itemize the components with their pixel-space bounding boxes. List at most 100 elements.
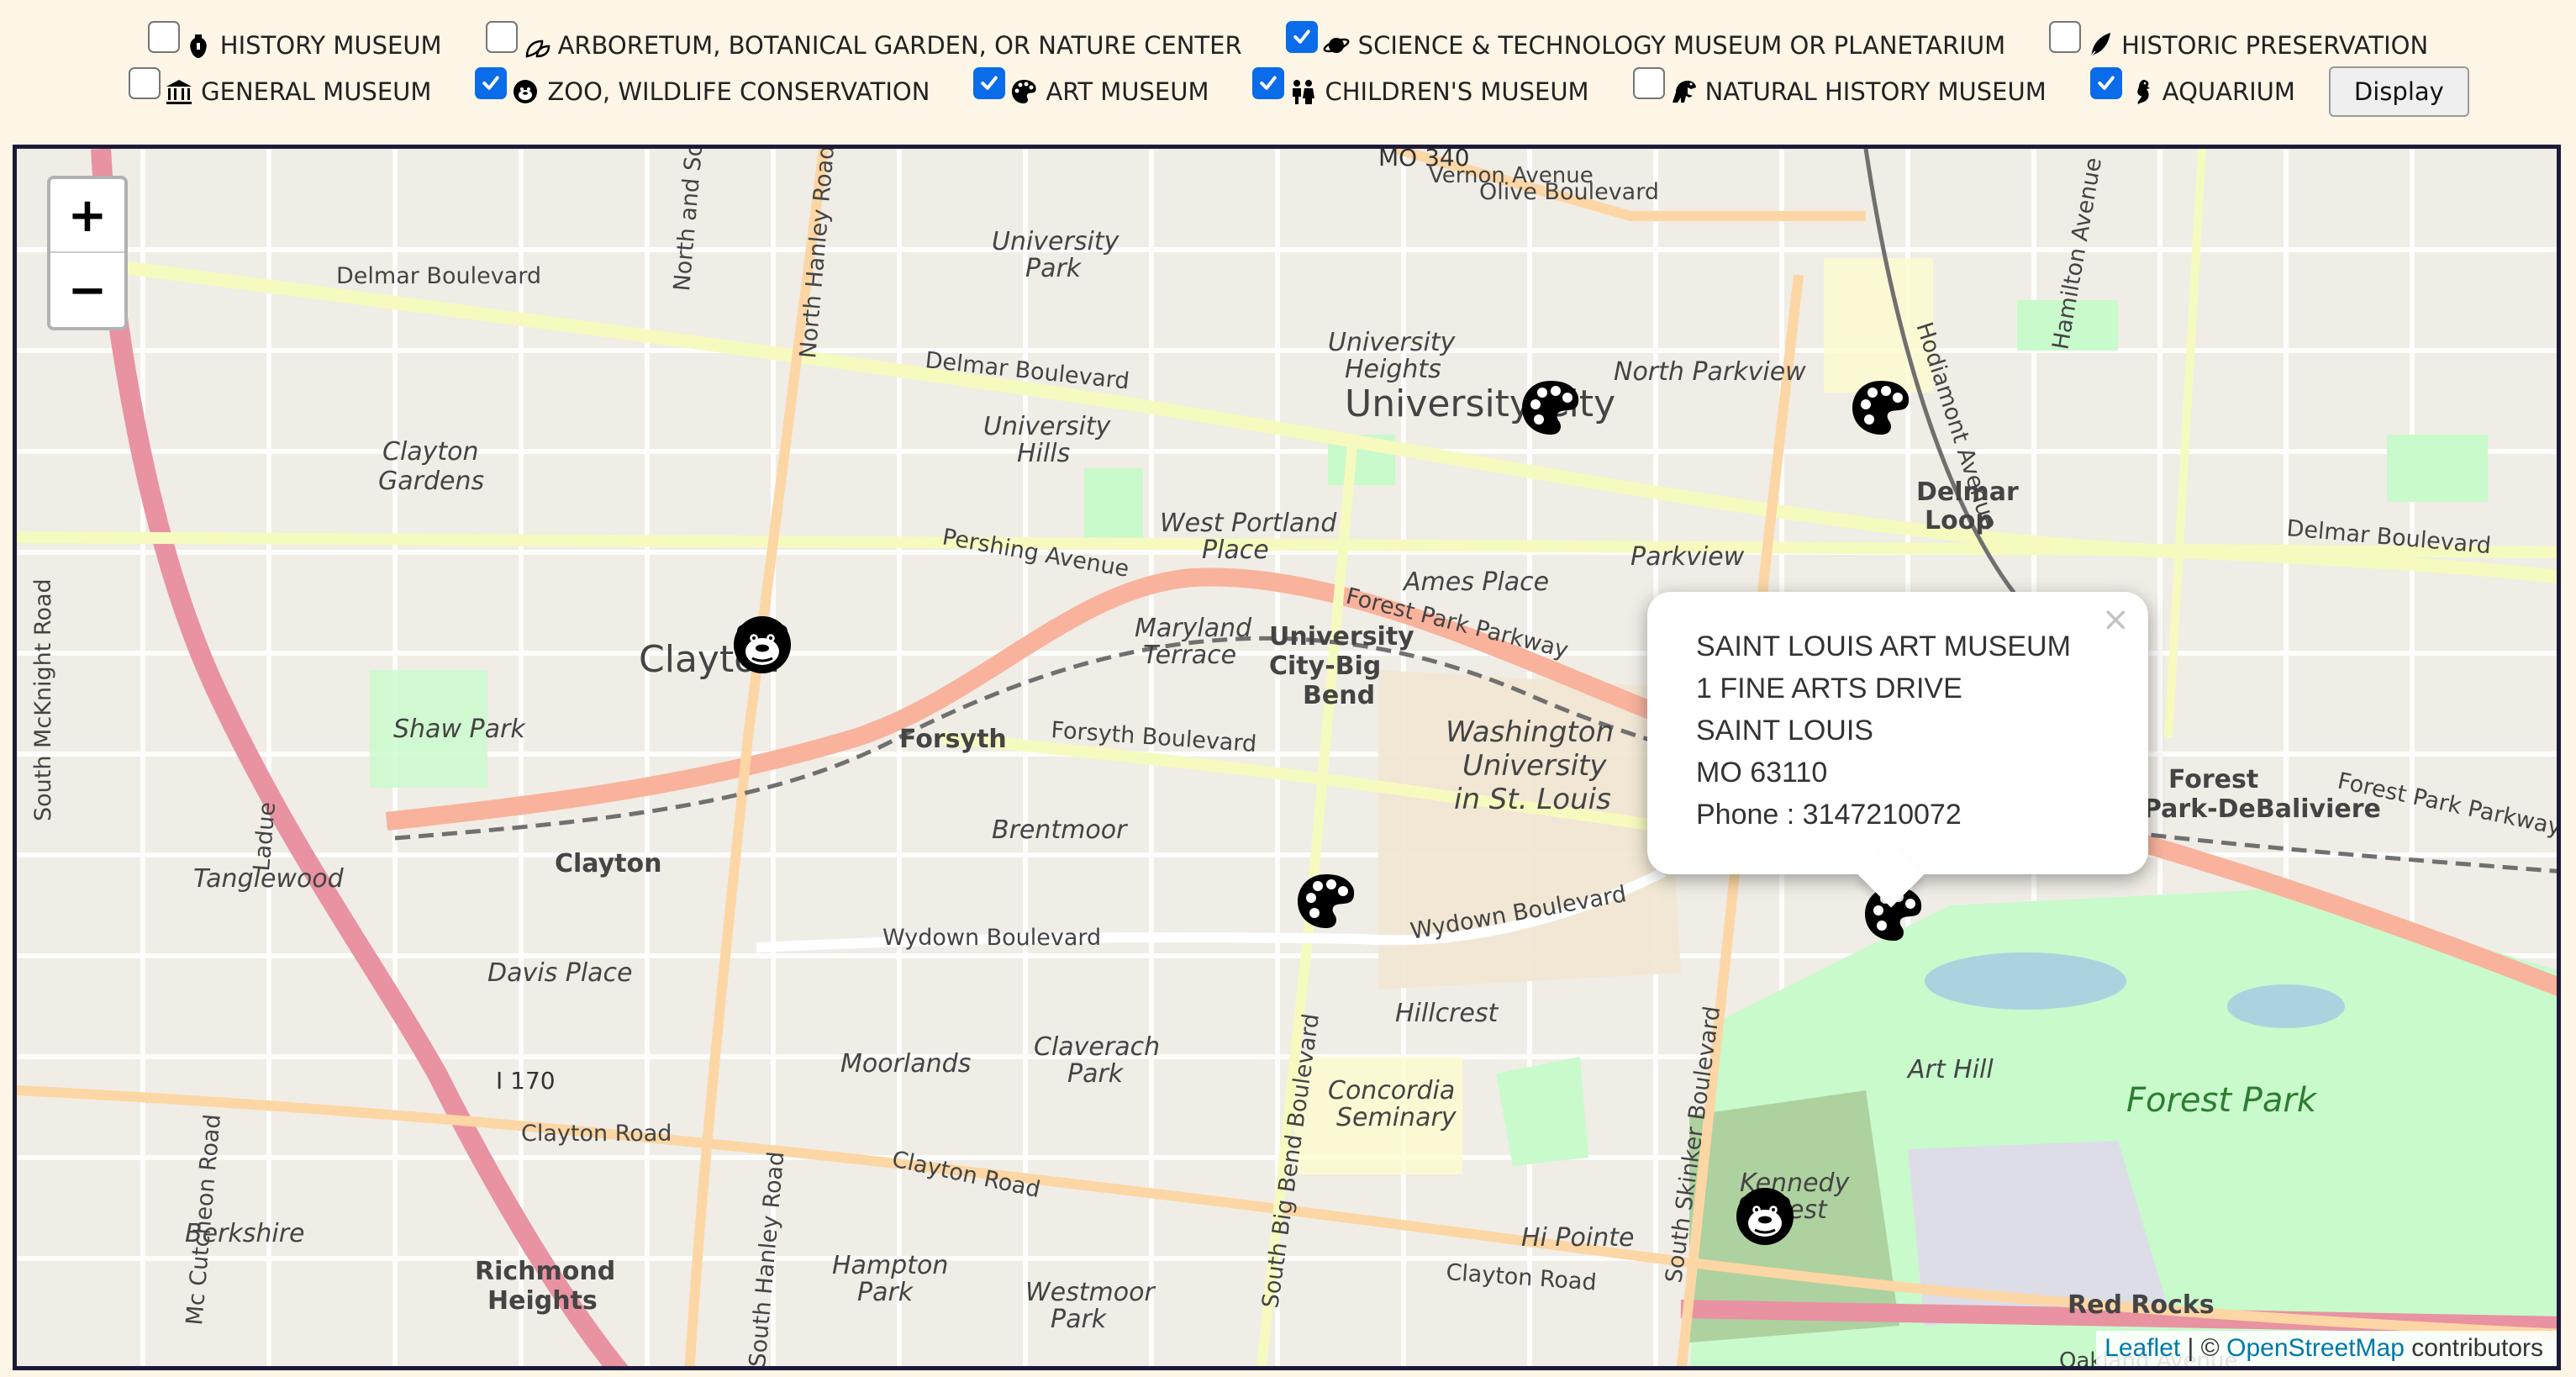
svg-text:Hills: Hills [1017, 439, 1070, 468]
svg-text:Forest Park: Forest Park [2126, 1081, 2318, 1120]
checkbox-children-s-museum[interactable] [1252, 67, 1285, 99]
palette-icon [1298, 874, 1355, 928]
quill-icon [2084, 30, 2115, 61]
popup-state-zip: MO 63110 [1696, 757, 1828, 789]
filter-zoo-wildlife-conservation[interactable]: ZOO, WILDLIFE CONSERVATION [475, 67, 930, 108]
svg-text:Art Hill: Art Hill [1906, 1055, 1994, 1084]
filter-natural-history-museum[interactable]: NATURAL HISTORY MUSEUM [1632, 67, 2047, 108]
svg-text:University: University [983, 412, 1112, 441]
svg-text:University: University [1462, 749, 1607, 783]
svg-text:in St. Louis: in St. Louis [1454, 783, 1611, 816]
info-popup: × SAINT LOUIS ART MUSEUM 1 FINE ARTS DRI… [1647, 592, 2148, 908]
filter-label: CHILDREN'S MUSEUM [1325, 77, 1589, 106]
checkbox-history-museum[interactable] [147, 21, 180, 53]
svg-text:Concordia: Concordia [1328, 1076, 1455, 1105]
art-marker-university-city[interactable] [1517, 374, 1584, 441]
palette-icon [1852, 381, 1910, 435]
popup-close-button[interactable]: × [2101, 599, 2130, 641]
checkbox-aquarium[interactable] [2089, 67, 2122, 99]
svg-text:Heights: Heights [487, 1286, 598, 1316]
svg-text:Place: Place [1202, 536, 1269, 565]
svg-text:Clayton: Clayton [555, 849, 662, 878]
svg-text:Westmoor: Westmoor [1025, 1278, 1156, 1307]
popup-address: 1 FINE ARTS DRIVE [1696, 673, 1962, 704]
svg-text:Red Rocks: Red Rocks [2068, 1290, 2215, 1320]
checkmark-icon [2098, 76, 2115, 90]
filter-bar: HISTORY MUSEUM ARBORETUM, BOTANICAL GARDE… [0, 0, 2576, 143]
checkmark-icon [1260, 76, 1277, 90]
filter-label: ART MUSEUM [1046, 77, 1209, 106]
svg-text:Gardens: Gardens [378, 467, 484, 496]
zoo-marker-forest-park[interactable] [1731, 1183, 1799, 1250]
svg-text:University: University [992, 227, 1120, 256]
popup-museum-name: SAINT LOUIS ART MUSEUM [1696, 630, 2071, 662]
svg-text:Ames Place: Ames Place [1402, 567, 1549, 597]
svg-text:Park: Park [1025, 254, 1083, 283]
checkbox-science-and-technology-museum-or-planetarium[interactable] [1285, 21, 1318, 53]
filter-arboretum-botanical-garden-or-nature-center[interactable]: ARBORETUM, BOTANICAL GARDEN, OR NATURE C… [485, 21, 1242, 61]
checkmark-icon [482, 76, 500, 90]
svg-text:Seminary: Seminary [1336, 1103, 1457, 1132]
checkbox-natural-history-museum[interactable] [1632, 67, 1665, 99]
zoom-control: + − [47, 176, 128, 330]
svg-text:Berkshire: Berkshire [185, 1219, 305, 1248]
zoo-marker-clayton[interactable] [729, 611, 796, 678]
svg-text:Bend: Bend [1303, 681, 1375, 710]
zoom-in-button[interactable]: + [50, 179, 124, 253]
svg-text:West Portland: West Portland [1160, 509, 1337, 538]
svg-text:Forest: Forest [2168, 765, 2258, 794]
attribution-separator: | © [2180, 1334, 2227, 1362]
svg-text:Loop: Loop [1925, 506, 1994, 536]
svg-text:University: University [1269, 622, 1414, 652]
gorilla-icon [1736, 1188, 1794, 1245]
svg-text:Clayton: Clayton [382, 437, 479, 467]
checkmark-icon [981, 76, 998, 90]
filter-art-museum[interactable]: ART MUSEUM [973, 67, 1209, 108]
map-tiles[interactable]: Delmar Boulevard Delmar Boulevard Delmar… [17, 149, 2561, 1370]
filter-children-s-museum[interactable]: CHILDREN'S MUSEUM [1252, 67, 1589, 108]
svg-text:Brentmoor: Brentmoor [992, 815, 1128, 845]
display-button[interactable]: Display [2328, 66, 2469, 117]
osm-link[interactable]: OpenStreetMap [2226, 1334, 2405, 1362]
art-marker-wydown[interactable] [1293, 868, 1360, 935]
filter-general-museum[interactable]: GENERAL MUSEUM [129, 67, 431, 108]
svg-text:Hampton: Hampton [832, 1251, 948, 1280]
checkbox-arboretum-botanical-garden-or-nature-center[interactable] [485, 21, 518, 53]
filter-label: SCIENCE & TECHNOLOGY MUSEUM OR PLANETARI… [1357, 31, 2006, 60]
svg-text:Forsyth: Forsyth [899, 725, 1007, 754]
checkbox-historic-preservation[interactable] [2049, 21, 2082, 53]
svg-text:Terrace: Terrace [1143, 641, 1236, 670]
svg-text:Park-DeBaliviere: Park-DeBaliviere [2143, 794, 2381, 824]
checkbox-art-museum[interactable] [973, 67, 1006, 99]
checkbox-general-museum[interactable] [129, 67, 161, 99]
svg-text:Claverach: Claverach [1034, 1032, 1160, 1062]
svg-text:Moorlands: Moorlands [840, 1049, 971, 1079]
svg-text:University: University [1328, 328, 1457, 357]
planet-icon [1321, 30, 1351, 61]
filter-history-museum[interactable]: HISTORY MUSEUM [147, 21, 442, 61]
svg-text:Clayton Road: Clayton Road [521, 1121, 672, 1147]
attribution-contributors: contributors [2404, 1334, 2543, 1362]
svg-text:Heights: Heights [1345, 355, 1441, 384]
svg-text:Davis Place: Davis Place [487, 958, 633, 988]
leaves-icon [521, 30, 551, 61]
filter-label: HISTORIC PRESERVATION [2121, 31, 2429, 60]
filter-row-2: GENERAL MUSEUM ZOO, WILDLIFE CONSERVATION… [0, 66, 2576, 117]
seahorse-icon [2126, 76, 2156, 107]
checkbox-zoo-wildlife-conservation[interactable] [475, 67, 508, 99]
map-view[interactable]: Delmar Boulevard Delmar Boulevard Delmar… [13, 145, 2561, 1370]
svg-text:Park: Park [857, 1278, 914, 1307]
palette-icon [1009, 76, 1039, 107]
svg-text:Hi Pointe: Hi Pointe [1521, 1223, 1634, 1253]
filter-aquarium[interactable]: AQUARIUM [2089, 67, 2295, 108]
svg-text:Shaw Park: Shaw Park [393, 715, 526, 744]
zoom-out-button[interactable]: − [50, 253, 124, 327]
filter-science-and-technology-museum-or-planetarium[interactable]: SCIENCE & TECHNOLOGY MUSEUM OR PLANETARI… [1285, 21, 2006, 61]
svg-text:Hillcrest: Hillcrest [1395, 999, 1499, 1028]
leaflet-link[interactable]: Leaflet [2105, 1334, 2180, 1362]
filter-historic-preservation[interactable]: HISTORIC PRESERVATION [2049, 21, 2429, 61]
filter-label: HISTORY MUSEUM [219, 31, 442, 60]
dinosaur-icon [1668, 76, 1699, 107]
filter-label: AQUARIUM [2162, 77, 2295, 106]
art-marker-delmar-loop[interactable] [1847, 374, 1915, 441]
